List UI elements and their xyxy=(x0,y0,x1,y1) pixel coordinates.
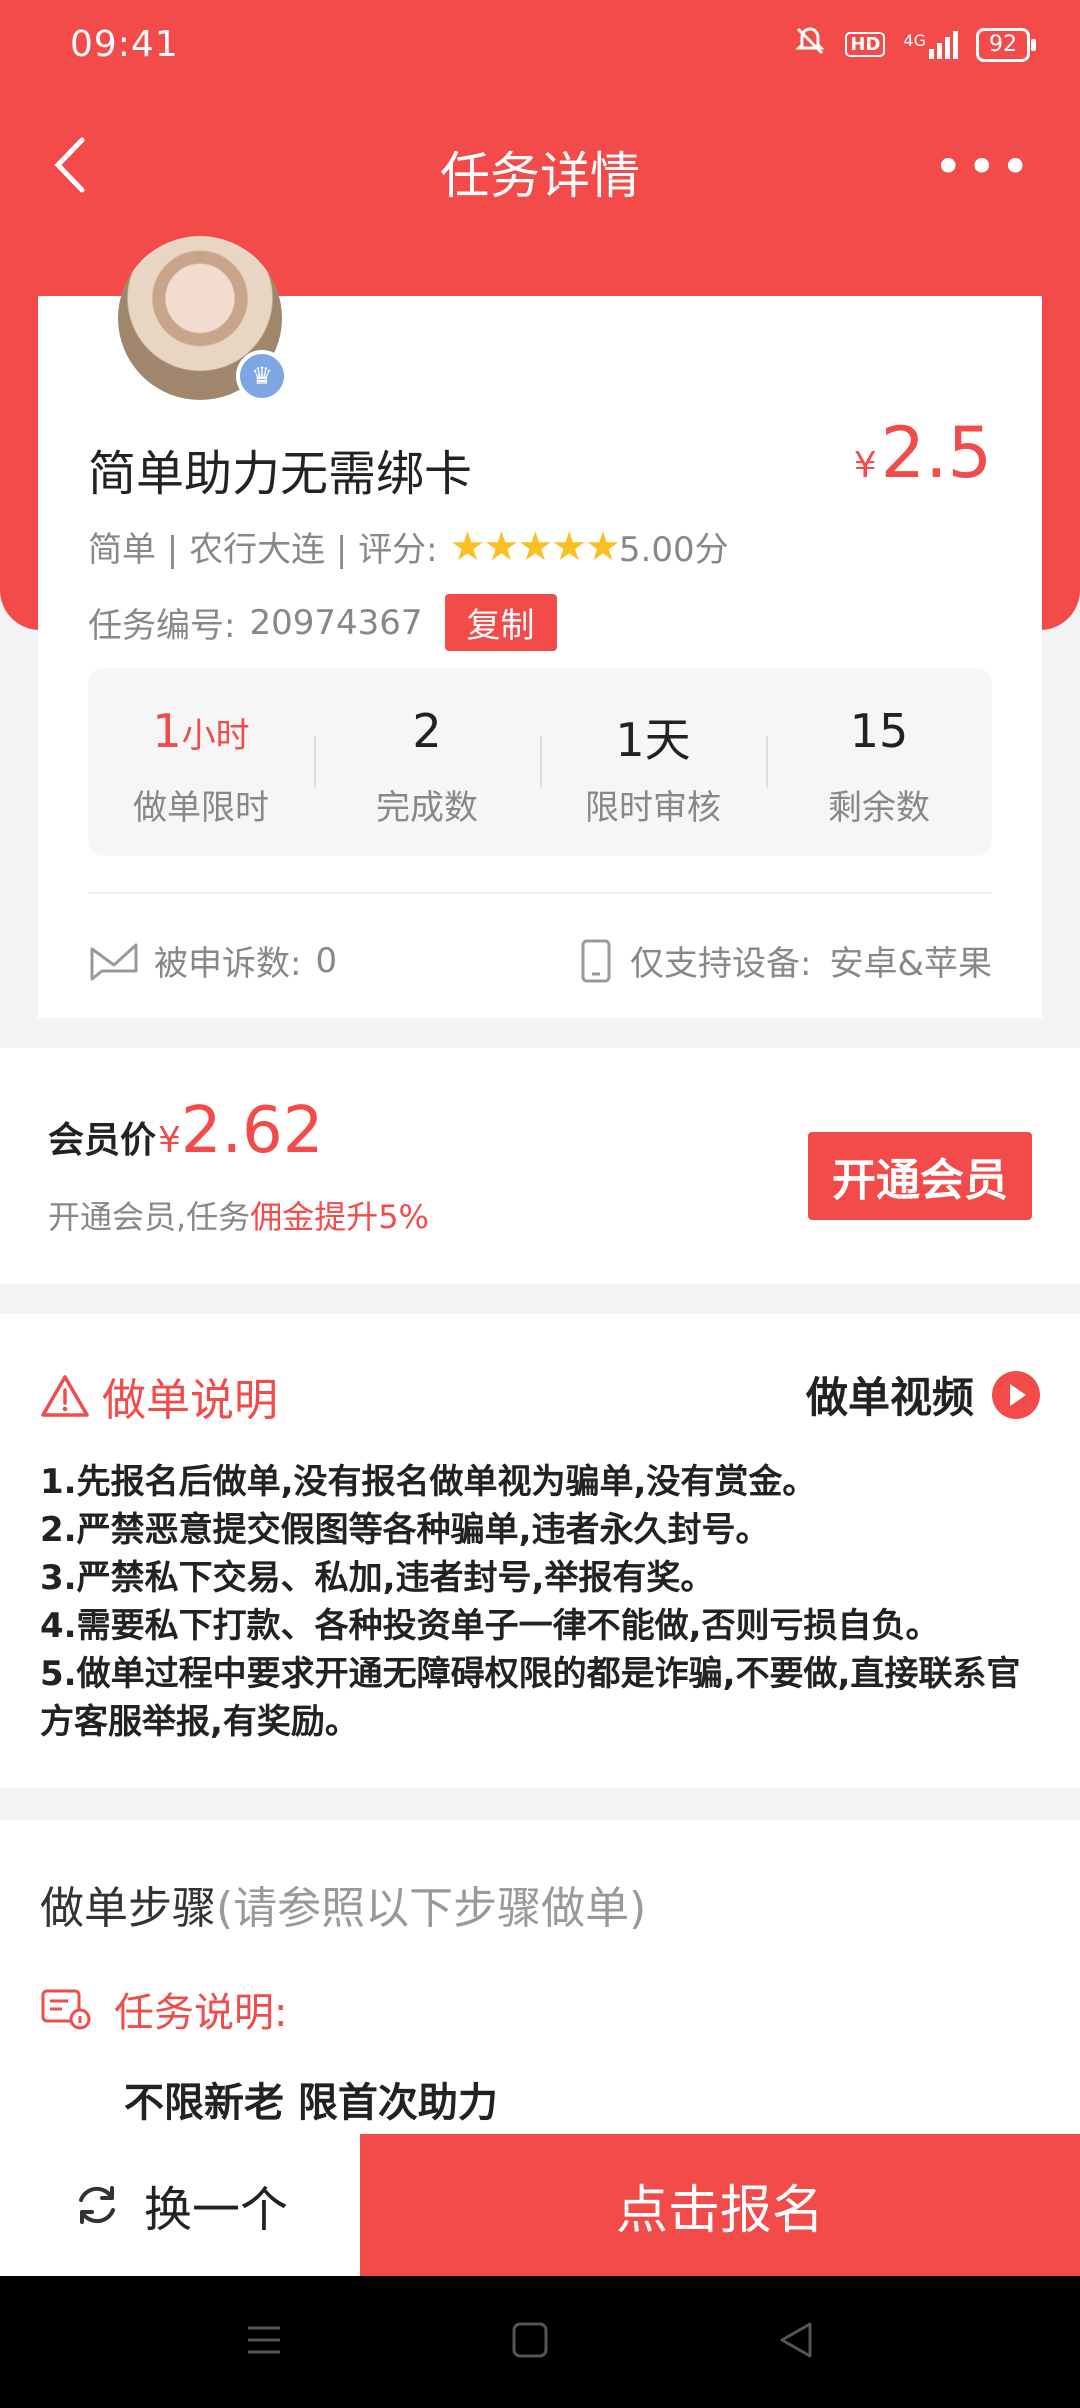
member-price: 会员价 ¥ 2.62 xyxy=(48,1094,323,1168)
complaint-label: 被申诉数: xyxy=(154,944,302,984)
steps-section: 做单步骤(请参照以下步骤做单) 任务说明: 不限新老 限首次助力 xyxy=(0,1820,1080,2140)
stat-label: 做单限时 xyxy=(133,788,269,828)
steps-hint: (请参照以下步骤做单) xyxy=(216,1883,647,1934)
stat-number: 1 xyxy=(152,704,182,758)
currency-symbol: ¥ xyxy=(158,1120,181,1161)
star-icon: ★ xyxy=(585,523,621,570)
task-meta-text: 简单 | 农行大连 | 评分: xyxy=(88,530,438,570)
device-label: 仅支持设备: xyxy=(630,944,812,984)
network-type: 4G xyxy=(903,30,926,50)
phone-icon xyxy=(581,939,611,982)
page-title: 任务详情 xyxy=(440,147,640,205)
device-support: 仅支持设备: 安卓&苹果 xyxy=(580,936,992,985)
status-time: 09:41 xyxy=(70,24,179,65)
member-price-label: 会员价 xyxy=(48,1120,157,1161)
stat-label: 限时审核 xyxy=(585,788,721,828)
video-link-label: 做单视频 xyxy=(805,1373,974,1422)
rule-item: 3.严禁私下交易、私加,违者封号,举报有奖。 xyxy=(40,1558,715,1598)
rating-stars: ★ ★ ★ ★ ★ xyxy=(449,523,621,570)
member-benefit: 开通会员,任务佣金提升5% xyxy=(48,1192,429,1238)
bottom-action-bar: 换一个 点击报名 xyxy=(0,2134,1080,2276)
task-description-label-text: 任务说明: xyxy=(114,1990,288,2036)
stat-label: 剩余数 xyxy=(828,788,930,828)
rule-item: 4.需要私下打款、各种投资单子一律不能做,否则亏损自负。 xyxy=(40,1606,940,1646)
warning-icon xyxy=(41,1375,89,1417)
task-price-value: 2.5 xyxy=(880,412,992,494)
status-bar: 09:41 HD 4G 92 xyxy=(0,0,1080,96)
video-link[interactable]: 做单视频 xyxy=(806,1364,1040,1425)
star-icon: ★ xyxy=(483,523,520,570)
stat-value: 2 xyxy=(412,704,442,758)
stat-label: 完成数 xyxy=(376,788,478,828)
divider xyxy=(88,892,992,894)
task-name: 简单助力无需绑卡 xyxy=(88,446,473,502)
stat-review-limit: 1天 限时审核 xyxy=(540,668,766,856)
status-icons: HD 4G 92 xyxy=(793,24,1036,65)
task-number: 20974367 xyxy=(249,602,423,643)
task-price: ¥2.5 xyxy=(854,412,992,494)
back-triangle-icon[interactable] xyxy=(776,2320,816,2360)
currency-symbol: ¥ xyxy=(853,445,877,486)
instructions-title: 做单说明 xyxy=(40,1364,278,1428)
mail-icon xyxy=(90,943,138,980)
open-membership-button[interactable]: 开通会员 xyxy=(808,1132,1032,1220)
task-number-row: 任务编号: 20974367 复制 xyxy=(88,594,557,651)
stats-panel: 1小时 做单限时 2 完成数 1天 限时审核 15 剩余数 xyxy=(88,668,992,856)
star-icon: ★ xyxy=(517,523,554,570)
complaint-value: 0 xyxy=(315,940,338,981)
navigation-bar: 任务详情 ••• xyxy=(0,110,1080,220)
rule-item: 5.做单过程中要求开通无障碍权限的都是诈骗,不要做,直接联系官方客服举报,有奖励… xyxy=(40,1654,1021,1742)
task-card xyxy=(38,296,1042,1018)
menu-icon[interactable] xyxy=(244,2320,284,2360)
system-navigation-bar xyxy=(0,2276,1080,2408)
steps-title: 做单步骤(请参照以下步骤做单) xyxy=(40,1872,646,1936)
member-section: 会员价 ¥ 2.62 开通会员,任务佣金提升5% 开通会员 xyxy=(0,1048,1080,1284)
member-benefit-highlight: 佣金提升5% xyxy=(250,1198,429,1236)
signal-icon: 4G xyxy=(903,30,958,59)
signup-button[interactable]: 点击报名 xyxy=(360,2134,1080,2276)
stat-completed: 2 完成数 xyxy=(314,668,540,856)
rating-score: 5.00分 xyxy=(618,530,729,570)
stat-value: 1小时 xyxy=(88,704,314,760)
home-icon[interactable] xyxy=(510,2320,550,2360)
steps-title-text: 做单步骤 xyxy=(40,1883,216,1934)
rule-item: 1.先报名后做单,没有报名做单视为骗单,没有赏金。 xyxy=(40,1462,817,1502)
refresh-icon xyxy=(78,2186,115,2224)
stat-unit: 小时 xyxy=(181,716,250,756)
complaint-count: 被申诉数: 0 xyxy=(88,936,337,985)
instructions-title-text: 做单说明 xyxy=(102,1375,278,1426)
more-options-icon[interactable]: ••• xyxy=(934,138,1034,196)
device-value: 安卓&苹果 xyxy=(829,944,992,984)
copy-button[interactable]: 复制 xyxy=(444,594,557,651)
swap-button[interactable]: 换一个 xyxy=(0,2134,360,2276)
task-meta: 简单 | 农行大连 | 评分: ★ ★ ★ ★ ★ 5.00分 xyxy=(88,522,729,571)
stat-time-limit: 1小时 做单限时 xyxy=(88,668,314,856)
swap-label: 换一个 xyxy=(143,2182,288,2238)
stat-remaining: 15 剩余数 xyxy=(766,668,992,856)
rule-item: 2.严禁恶意提交假图等各种骗单,违者永久封号。 xyxy=(40,1510,770,1550)
task-description-text: 不限新老 限首次助力 xyxy=(124,2080,498,2126)
instructions-section: 做单说明 做单视频 1.先报名后做单,没有报名做单视为骗单,没有赏金。 2.严禁… xyxy=(0,1314,1080,1788)
play-icon xyxy=(992,1370,1040,1419)
vip-crown-icon: ♛ xyxy=(236,350,288,402)
battery-icon: 92 xyxy=(976,27,1036,62)
member-price-value: 2.62 xyxy=(180,1094,324,1168)
task-description-label: 任务说明: xyxy=(40,1980,287,2038)
mute-icon xyxy=(793,24,827,65)
star-icon: ★ xyxy=(551,523,588,570)
stat-value: 1天 xyxy=(615,713,691,767)
document-info-icon xyxy=(41,1989,91,2030)
star-icon: ★ xyxy=(449,523,486,570)
rules-list: 1.先报名后做单,没有报名做单视为骗单,没有赏金。 2.严禁恶意提交假图等各种骗… xyxy=(40,1458,1040,1746)
stat-value: 15 xyxy=(849,704,909,758)
task-number-label: 任务编号: xyxy=(88,606,236,646)
member-benefit-text: 开通会员,任务 xyxy=(48,1198,251,1236)
hd-icon: HD xyxy=(845,32,886,57)
